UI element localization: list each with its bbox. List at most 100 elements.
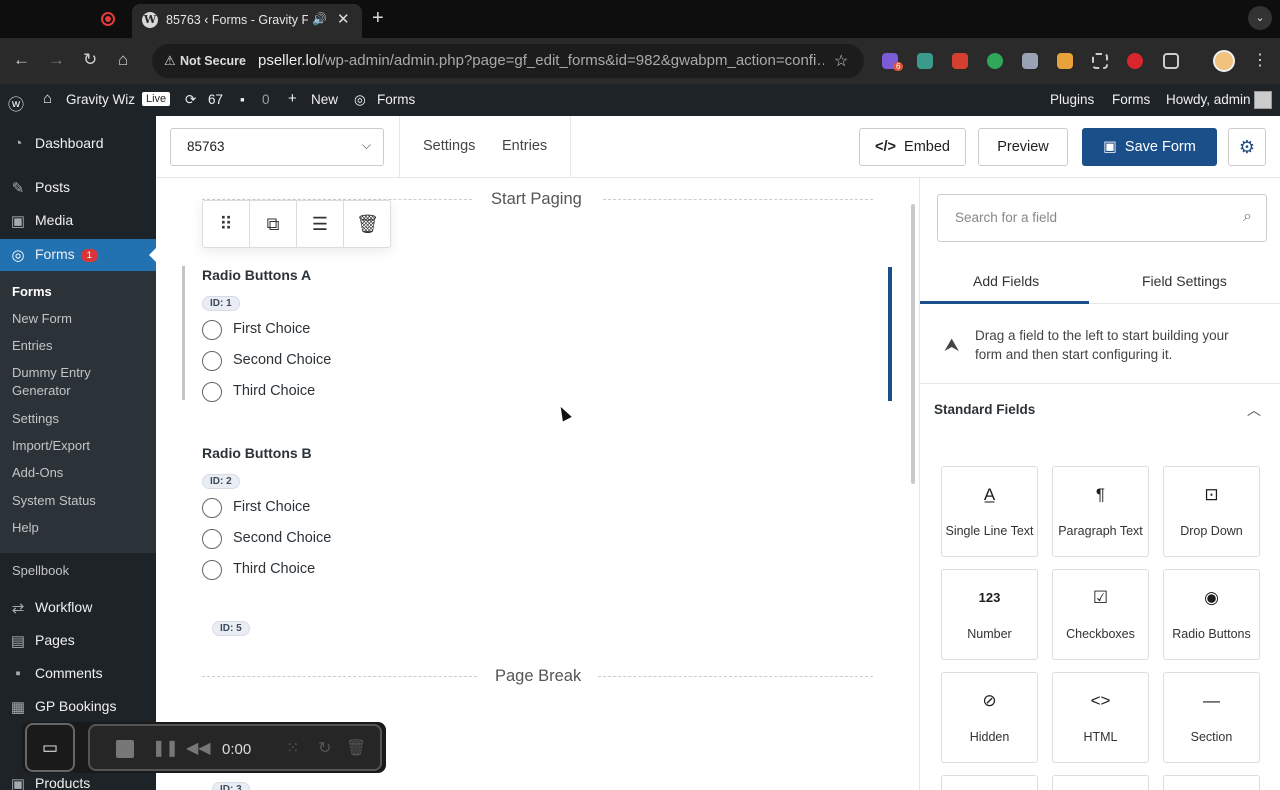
preview-button[interactable]: Preview [978, 128, 1068, 166]
submenu-dummy-entry-generator[interactable]: Dummy Entry Generator [12, 364, 122, 400]
gear-icon[interactable]: ⚙ [1228, 128, 1266, 166]
submenu-add-ons[interactable]: Add-Ons [12, 464, 142, 482]
submenu-system-status[interactable]: System Status [12, 492, 142, 510]
submenu-settings[interactable]: Settings [12, 410, 142, 428]
field-id-badge: ID: 1 [202, 296, 240, 311]
field-tile-number[interactable]: 123 Number [941, 569, 1038, 660]
stop-icon[interactable] [116, 740, 134, 758]
extension-icon[interactable] [1057, 53, 1073, 69]
sidebar-item-posts[interactable]: ✎ Posts [0, 172, 156, 204]
profile-avatar[interactable] [1213, 50, 1235, 72]
field-tile[interactable] [1163, 775, 1260, 790]
drag-handle-icon[interactable]: ⠿ [203, 201, 250, 247]
field-tile[interactable] [941, 775, 1038, 790]
field-tile-drop-down[interactable]: ⊡ Drop Down [1163, 466, 1260, 557]
more-menu-icon[interactable]: ⋮ [1252, 50, 1268, 70]
extension-icon[interactable] [1022, 53, 1038, 69]
sidebar-item-comments[interactable]: ▪ Comments [0, 658, 156, 690]
field-tile-hidden[interactable]: ⊘ Hidden [941, 672, 1038, 763]
bookmark-star-icon[interactable]: ☆ [834, 51, 848, 71]
submenu-help[interactable]: Help [12, 519, 142, 537]
howdy-admin[interactable]: Howdy, admin [1166, 92, 1251, 107]
field-tile-checkboxes[interactable]: ☑ Checkboxes [1052, 569, 1149, 660]
address-bar[interactable]: ⚠ Not Secure pseller.lol/wp-admin/admin.… [152, 44, 864, 78]
new-tab-icon[interactable]: + [372, 7, 384, 30]
field-id-badge[interactable]: ID: 5 [212, 621, 250, 636]
duplicate-icon[interactable]: ⧉ [250, 201, 297, 247]
chevron-up-icon[interactable]: ︿ [1247, 400, 1261, 420]
radio-circle [202, 351, 222, 371]
back-icon[interactable]: ← [13, 50, 30, 70]
wordpress-logo-icon[interactable]: ⓦ [8, 91, 24, 115]
restart-icon[interactable]: ↻ [318, 738, 331, 758]
field-id-badge[interactable]: ID: 3 [212, 782, 250, 790]
standard-fields-heading[interactable]: Standard Fields [934, 402, 1035, 417]
field-tile[interactable] [1052, 775, 1149, 790]
speaker-icon[interactable]: 🔊 [312, 12, 327, 26]
admin-avatar[interactable] [1254, 91, 1272, 109]
save-form-button[interactable]: ▣ Save Form [1082, 128, 1217, 166]
comments-count[interactable]: 0 [262, 92, 270, 107]
page-break-label[interactable]: Page Break [495, 667, 581, 686]
new-menu[interactable]: New [311, 92, 338, 107]
field-tile-section[interactable]: — Section [1163, 672, 1260, 763]
browser-tab-bar: W 85763 ‹ Forms - Gravity F 🔊 ✕ + ⌄ [0, 0, 1280, 38]
sidebar-item-forms[interactable]: ◎ Forms 1 [0, 239, 156, 271]
forms-menu[interactable]: Forms [377, 92, 415, 107]
canvas-scrollbar[interactable] [911, 204, 915, 484]
submenu-forms[interactable]: Forms [12, 283, 142, 301]
calendar-icon: ▦ [10, 699, 26, 716]
sidebar-item-dashboard[interactable]: ◔ Dashboard [0, 128, 156, 160]
screenshot-icon[interactable] [1092, 53, 1108, 69]
home-icon[interactable]: ⌂ [43, 90, 52, 107]
extension-icon[interactable] [1127, 53, 1143, 69]
sidebar-item-pages[interactable]: ▤ Pages [0, 625, 156, 657]
field-tile-single-line-text[interactable]: A̲ Single Line Text [941, 466, 1038, 557]
close-tab-icon[interactable]: ✕ [337, 10, 350, 28]
settings-link[interactable]: Settings [423, 138, 475, 154]
sidebar-item-media[interactable]: ▣ Media [0, 205, 156, 237]
submenu-new-form[interactable]: New Form [12, 310, 142, 328]
save-icon: ▣ [1103, 139, 1117, 155]
entries-link[interactable]: Entries [502, 138, 547, 154]
reload-icon[interactable]: ↻ [83, 50, 97, 70]
submenu-entries[interactable]: Entries [12, 337, 142, 355]
submenu-import-export[interactable]: Import/Export [12, 437, 142, 455]
trash-icon[interactable]: 🗑 [346, 738, 366, 758]
home-icon[interactable]: ⌂ [118, 50, 128, 70]
sidebar-item-spellbook[interactable]: Spellbook [12, 562, 142, 580]
form-switcher-select[interactable]: 85763 ⌵ [170, 128, 384, 166]
field-tile-html[interactable]: <> HTML [1052, 672, 1149, 763]
plus-icon[interactable]: + [288, 90, 297, 107]
sidebar-item-workflow[interactable]: ⇄ Workflow [0, 592, 156, 624]
puzzle-icon[interactable] [1163, 53, 1179, 69]
browser-tab-active[interactable]: W 85763 ‹ Forms - Gravity F 🔊 ✕ [132, 4, 362, 38]
camera-icon[interactable]: ▭ [25, 723, 75, 772]
field-tile-paragraph-text[interactable]: ¶ Paragraph Text [1052, 466, 1149, 557]
screen-recorder-bar: ▭ ❚❚ ◀◀ 0:00 ⁙ ↻ 🗑 [22, 722, 386, 773]
extension-icon[interactable] [917, 53, 933, 69]
forms-menu-right[interactable]: Forms [1112, 92, 1150, 107]
grid-icon[interactable]: ⁙ [286, 738, 299, 758]
site-name[interactable]: Gravity Wiz [66, 92, 135, 107]
field-search-input[interactable]: Search for a field ⌕ [937, 194, 1267, 242]
grammarly-icon[interactable] [987, 53, 1003, 69]
updates-count[interactable]: 67 [208, 92, 223, 107]
field-tile-radio-buttons[interactable]: ◉ Radio Buttons [1163, 569, 1260, 660]
updates-icon[interactable]: ⟳ [185, 92, 196, 108]
forward-icon[interactable]: → [48, 50, 65, 70]
sidebar-item-gp-bookings[interactable]: ▦ GP Bookings [0, 691, 156, 723]
field-settings-icon[interactable]: ☰ [297, 201, 344, 247]
plugins-menu[interactable]: Plugins [1050, 92, 1094, 107]
gravity-forms-icon[interactable]: ◎ [354, 92, 366, 108]
extension-icon[interactable] [952, 53, 968, 69]
trash-icon[interactable]: 🗑 [344, 201, 391, 247]
comment-icon[interactable]: ▪ [240, 92, 245, 107]
tab-search-icon[interactable]: ⌄ [1248, 6, 1272, 30]
embed-button[interactable]: </> Embed [859, 128, 966, 166]
recording-tab-icon[interactable] [101, 12, 115, 26]
pause-icon[interactable]: ❚❚ [152, 738, 179, 758]
rewind-icon[interactable]: ◀◀ [186, 738, 211, 758]
tab-add-fields[interactable]: Add Fields [973, 273, 1039, 289]
tab-field-settings[interactable]: Field Settings [1142, 273, 1227, 289]
